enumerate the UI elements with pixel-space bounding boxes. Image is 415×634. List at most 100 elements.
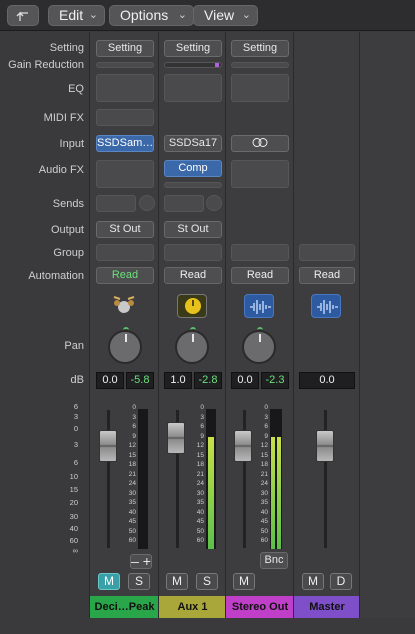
peak-value: -2.8 — [194, 372, 222, 389]
meter-scale-tick: 24 — [196, 480, 204, 487]
meter-scale-tick: 21 — [128, 470, 136, 478]
channel-strip-deci-peak: Setting SSDSam… St Out Read 0.0 -5.8 – +… — [89, 32, 159, 618]
audio-fx-slot[interactable] — [164, 182, 222, 188]
meter-scale-tick: 0 — [200, 404, 204, 411]
pan-knob[interactable] — [242, 327, 276, 364]
options-label: Options — [120, 7, 169, 23]
scale-tick: 0 — [73, 424, 78, 433]
pan-knob[interactable] — [108, 327, 142, 364]
meter-scale-tick: 30 — [260, 489, 268, 497]
volume-fader[interactable] — [234, 430, 252, 462]
minus-label: – — [131, 554, 139, 569]
meter-scale-tick: 15 — [128, 451, 136, 459]
peak-value: -5.8 — [126, 372, 154, 389]
chevron-down-icon: ⌄ — [241, 9, 251, 21]
volume-value[interactable]: 0.0 — [299, 372, 355, 389]
send-slot[interactable] — [96, 195, 136, 212]
output-button[interactable]: St Out — [164, 221, 222, 238]
meter-scale-tick: 9 — [132, 432, 136, 440]
input-button[interactable]: SSDSa17 — [164, 135, 222, 152]
setting-button[interactable]: Setting — [164, 40, 222, 57]
level-meter — [138, 409, 148, 549]
meter-scale-tick: 45 — [260, 518, 268, 525]
comp-plugin-button[interactable]: Comp — [164, 160, 222, 177]
volume-fader[interactable] — [316, 430, 334, 462]
meter-scale-tick: 12 — [260, 442, 268, 449]
input-button[interactable]: SSDSam… — [96, 135, 154, 152]
meter-scale-tick: 9 — [200, 432, 204, 440]
automation-label: Automation — [28, 270, 84, 282]
setting-button[interactable]: Setting — [231, 40, 289, 57]
volume-value[interactable]: 0.0 — [96, 372, 124, 389]
view-menu[interactable]: View ⌄ — [193, 5, 258, 26]
edit-label: Edit — [59, 7, 84, 23]
row-labels: Setting Gain Reduction EQ MIDI FX Input … — [0, 32, 89, 634]
group-slot[interactable] — [299, 244, 355, 261]
waveform-icon[interactable] — [244, 294, 274, 318]
send-knob[interactable] — [139, 195, 155, 211]
volume-fader[interactable] — [167, 422, 185, 454]
meter-scale-tick: 24 — [260, 480, 268, 487]
drum-kit-icon[interactable] — [109, 291, 139, 315]
meter-scale-tick: 30 — [196, 489, 204, 497]
meter-scale-tick: 50 — [196, 527, 204, 535]
mute-button[interactable]: M — [98, 573, 120, 590]
track-name[interactable]: Aux 1 — [159, 596, 226, 618]
mute-button[interactable]: M — [166, 573, 188, 590]
meter-scale-tick: 50 — [128, 527, 136, 535]
back-button[interactable] — [7, 5, 39, 26]
solo-button[interactable]: S — [196, 573, 218, 590]
scale-tick: 10 — [69, 472, 78, 481]
eq-display[interactable] — [231, 74, 289, 102]
track-name[interactable]: Master — [294, 596, 360, 618]
eq-display[interactable] — [164, 74, 222, 102]
send-slot[interactable] — [164, 195, 204, 212]
options-menu[interactable]: Options ⌄ — [109, 5, 194, 26]
pan-knob[interactable] — [175, 327, 209, 364]
chevron-down-icon: ⌄ — [177, 9, 187, 21]
solo-button[interactable]: S — [128, 573, 150, 590]
meter-scale-tick: 45 — [128, 518, 136, 525]
automation-button[interactable]: Read — [231, 267, 289, 284]
audio-fx-slot[interactable] — [231, 160, 289, 188]
scale-tick: 60 — [69, 536, 78, 545]
volume-value[interactable]: 0.0 — [231, 372, 259, 389]
waveform-icon[interactable] — [311, 294, 341, 318]
group-slot[interactable] — [231, 244, 289, 261]
mute-button[interactable]: M — [233, 573, 255, 590]
volume-value[interactable]: 1.0 — [164, 372, 192, 389]
setting-label: Setting — [49, 42, 84, 54]
bounce-button[interactable]: Bnc — [260, 552, 288, 569]
midi-fx-slot[interactable] — [96, 109, 154, 126]
automation-button[interactable]: Read — [164, 267, 222, 284]
midi-fx-label: MIDI FX — [43, 112, 84, 124]
gain-reduction-meter — [231, 62, 289, 68]
mute-button[interactable]: M — [302, 573, 324, 590]
send-knob[interactable] — [206, 195, 222, 211]
group-slot[interactable] — [96, 244, 154, 261]
output-button[interactable]: St Out — [96, 221, 154, 238]
group-slot[interactable] — [164, 244, 222, 261]
meter-scale-tick: 40 — [128, 508, 136, 516]
volume-fader[interactable] — [99, 430, 117, 462]
meter-scale-tick: 60 — [128, 537, 136, 544]
audio-fx-slot[interactable] — [96, 160, 154, 188]
automation-button[interactable]: Read — [96, 267, 154, 284]
dim-button[interactable]: D — [330, 573, 352, 590]
automation-button[interactable]: Read — [299, 267, 355, 284]
eq-display[interactable] — [96, 74, 154, 102]
channel-strip-stereo-out: Setting Read 0.0 -2.3 Bnc M Stereo Out 0… — [225, 32, 294, 618]
meter-scale-tick: 18 — [196, 461, 204, 468]
stereo-link-button[interactable] — [231, 135, 289, 152]
meter-scale-tick: 6 — [264, 423, 268, 430]
edit-menu[interactable]: Edit ⌄ — [48, 5, 105, 26]
track-name[interactable]: Stereo Out — [226, 596, 294, 618]
clock-icon[interactable] — [177, 294, 207, 318]
add-button[interactable]: – + — [130, 554, 152, 569]
scale-tick: 3 — [73, 440, 78, 449]
scale-tick: 15 — [69, 485, 78, 494]
scale-tick: 6 — [73, 458, 78, 467]
track-name[interactable]: Deci…Peak — [90, 596, 159, 618]
stereo-link-icon — [252, 138, 268, 147]
setting-button[interactable]: Setting — [96, 40, 154, 57]
